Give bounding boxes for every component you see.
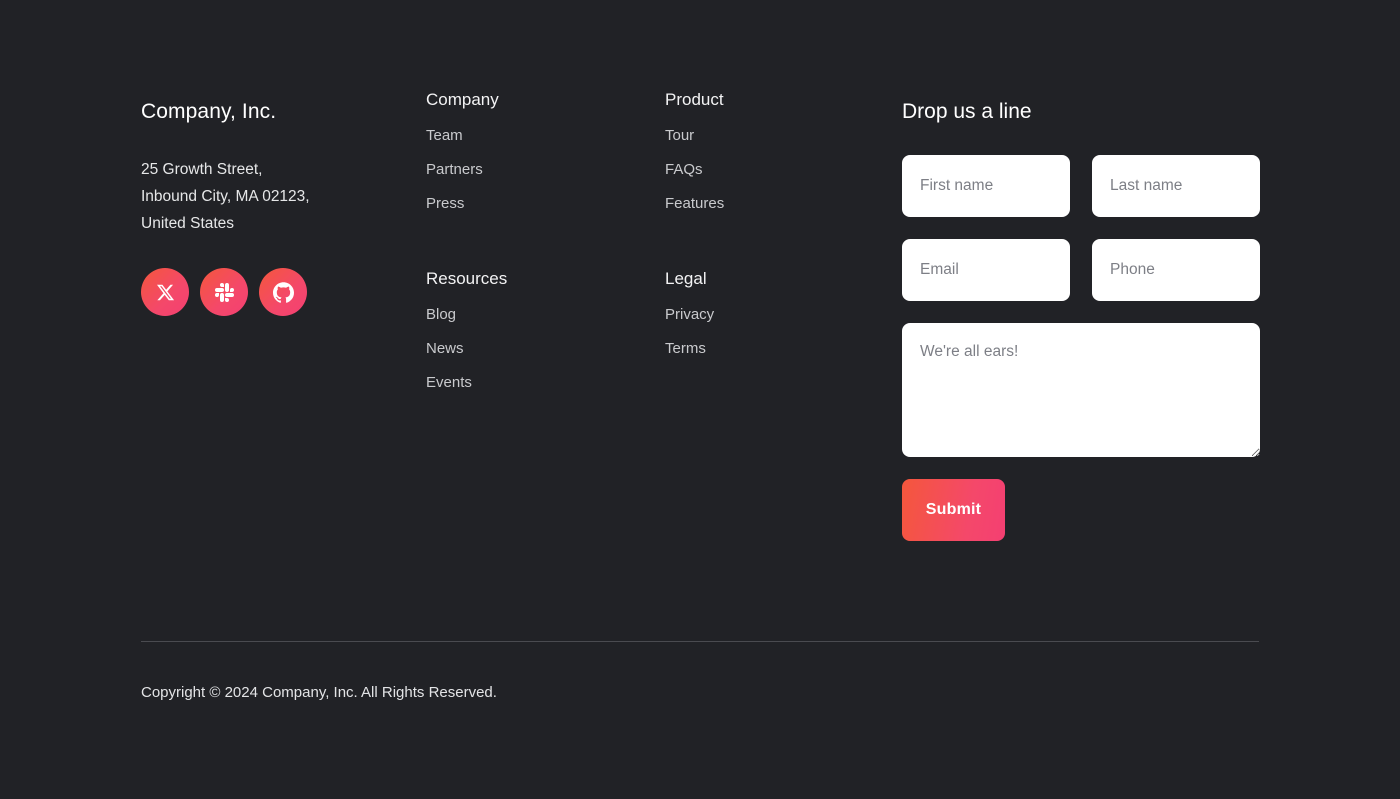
social-link-github[interactable] — [259, 268, 307, 316]
social-link-x-twitter[interactable] — [141, 268, 189, 316]
x-twitter-icon — [156, 283, 175, 302]
nav-column-2: Product Tour FAQs Features Legal Privacy… — [665, 90, 902, 358]
phone-input[interactable] — [1092, 239, 1260, 301]
nav-link-events[interactable]: Events — [426, 374, 472, 392]
contact-form-column: Drop us a line Submit — [902, 90, 1260, 541]
copyright-text: Copyright © 2024 Company, Inc. All Right… — [141, 684, 497, 702]
site-footer: Company, Inc. 25 Growth Street, Inbound … — [0, 0, 1400, 799]
nav-link-features[interactable]: Features — [665, 195, 724, 213]
contact-form — [902, 155, 1260, 457]
brand-column: Company, Inc. 25 Growth Street, Inbound … — [141, 90, 426, 316]
slack-icon — [215, 283, 234, 302]
link-group-title: Legal — [665, 269, 902, 289]
nav-link-faqs[interactable]: FAQs — [665, 161, 703, 179]
link-group-company: Company Team Partners Press — [426, 90, 665, 213]
footer-columns: Company, Inc. 25 Growth Street, Inbound … — [141, 90, 1259, 541]
address-line: 25 Growth Street, — [141, 156, 426, 183]
message-textarea[interactable] — [902, 323, 1260, 457]
company-name: Company, Inc. — [141, 90, 426, 124]
footer-divider — [141, 641, 1259, 642]
contact-form-title: Drop us a line — [902, 90, 1260, 124]
link-group-title: Product — [665, 90, 902, 110]
nav-link-news[interactable]: News — [426, 340, 464, 358]
link-group-resources: Resources Blog News Events — [426, 269, 665, 392]
link-group-title: Company — [426, 90, 665, 110]
social-link-slack[interactable] — [200, 268, 248, 316]
address-line: United States — [141, 210, 426, 237]
footer-content: Company, Inc. 25 Growth Street, Inbound … — [141, 90, 1259, 541]
nav-link-team[interactable]: Team — [426, 127, 463, 145]
company-address: 25 Growth Street, Inbound City, MA 02123… — [141, 156, 426, 237]
nav-link-terms[interactable]: Terms — [665, 340, 706, 358]
email-input[interactable] — [902, 239, 1070, 301]
last-name-input[interactable] — [1092, 155, 1260, 217]
nav-link-partners[interactable]: Partners — [426, 161, 483, 179]
address-line: Inbound City, MA 02123, — [141, 183, 426, 210]
social-links — [141, 268, 426, 316]
nav-column-1: Company Team Partners Press Resources Bl… — [426, 90, 665, 392]
nav-link-privacy[interactable]: Privacy — [665, 306, 714, 324]
nav-link-press[interactable]: Press — [426, 195, 464, 213]
github-icon — [273, 282, 294, 303]
submit-button[interactable]: Submit — [902, 479, 1005, 541]
nav-link-tour[interactable]: Tour — [665, 127, 694, 145]
link-group-legal: Legal Privacy Terms — [665, 269, 902, 358]
link-group-title: Resources — [426, 269, 665, 289]
link-group-product: Product Tour FAQs Features — [665, 90, 902, 213]
first-name-input[interactable] — [902, 155, 1070, 217]
nav-link-blog[interactable]: Blog — [426, 306, 456, 324]
